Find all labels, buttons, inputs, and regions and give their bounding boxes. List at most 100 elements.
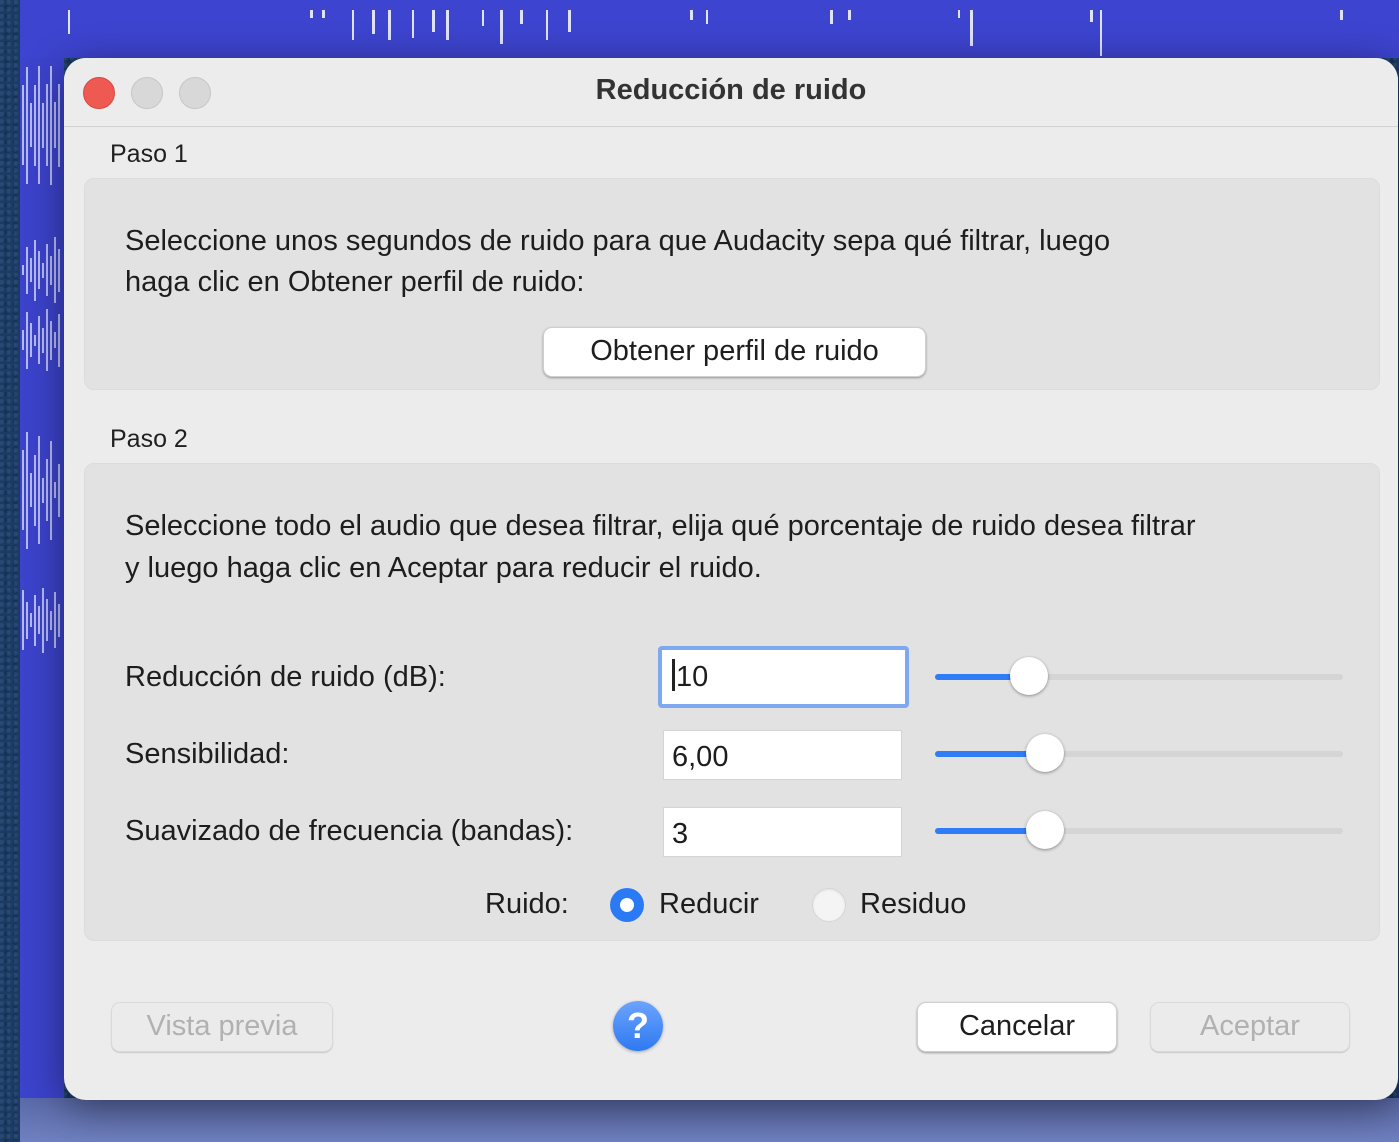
waveform-tick: [42, 262, 44, 278]
noise-reduction-dialog: Reducción de ruido Paso 1 Seleccione uno…: [64, 58, 1398, 1100]
waveform-tick: [34, 594, 36, 646]
waveform-tick: [22, 265, 24, 275]
waveform-tick: [26, 601, 28, 639]
radio-reducir-label[interactable]: Reducir: [659, 888, 759, 921]
waveform-tick: [46, 459, 48, 521]
waveform-tick: [46, 244, 48, 296]
waveform-tick: [30, 323, 32, 357]
waveform-tick: [58, 248, 60, 292]
waveform-tick: [22, 590, 24, 650]
noise-reduction-label: Reducción de ruido (dB):: [125, 661, 446, 693]
frequency-smoothing-label: Suavizado de frecuencia (bandas):: [125, 815, 574, 847]
waveform-tick: [50, 255, 52, 285]
waveform-tick: [22, 330, 24, 350]
waveform-tick: [1340, 10, 1343, 20]
step2-instructions-line2: y luego haga clic en Aceptar para reduci…: [125, 552, 762, 584]
noise-mode-label: Ruido:: [485, 888, 569, 920]
waveform-tick: [58, 603, 60, 637]
waveform-tick: [34, 334, 36, 346]
waveform-tick: [38, 436, 40, 544]
waveform-tick: [38, 316, 40, 364]
waveform-tick: [54, 482, 56, 498]
waveform-tick: [26, 246, 28, 294]
preview-button[interactable]: Vista previa: [111, 1002, 333, 1052]
waveform-tick: [388, 10, 391, 40]
waveform-tick: [970, 10, 973, 46]
waveform-tick: [42, 477, 44, 503]
waveform-tick: [520, 10, 523, 24]
step1-instructions-line2: haga clic en Obtener perfil de ruido:: [125, 266, 585, 298]
waveform-tick: [26, 66, 28, 184]
waveform-tick: [482, 10, 484, 26]
waveform-tick: [568, 10, 571, 32]
waveform-tick: [352, 10, 354, 40]
waveform-tick: [58, 313, 60, 367]
waveform-tick: [412, 10, 414, 38]
sensitivity-label: Sensibilidad:: [125, 738, 290, 770]
sensitivity-slider[interactable]: [935, 734, 1343, 772]
waveform-tick: [848, 10, 851, 20]
step1-panel: Seleccione unos segundos de ruido para q…: [84, 178, 1380, 390]
waveform-tick: [22, 85, 24, 165]
step1-label: Paso 1: [110, 140, 188, 168]
waveform-tick: [58, 83, 60, 167]
waveform-tick: [690, 10, 693, 20]
frequency-smoothing-slider[interactable]: [935, 811, 1343, 849]
waveform-tick: [54, 332, 56, 348]
waveform-tick: [68, 10, 70, 34]
ok-button[interactable]: Aceptar: [1150, 1002, 1350, 1052]
waveform-tick: [22, 450, 24, 530]
radio-reducir[interactable]: [610, 888, 644, 922]
waveform-tick: [42, 327, 44, 353]
waveform-tick: [50, 65, 52, 185]
waveform-tick: [30, 103, 32, 147]
waveform-tick: [26, 311, 28, 369]
waveform-tick: [54, 237, 56, 303]
waveform-tick: [1090, 10, 1093, 22]
noise-reduction-input[interactable]: 10: [658, 646, 909, 708]
waveform-tick: [46, 309, 48, 371]
dialog-title: Reducción de ruido: [595, 74, 867, 106]
waveform-tick: [26, 431, 28, 549]
step1-instructions-line1: Seleccione unos segundos de ruido para q…: [125, 225, 1111, 257]
help-button[interactable]: ?: [613, 1001, 663, 1051]
waveform-tick: [34, 84, 36, 166]
waveform-tick: [706, 10, 708, 24]
cancel-button[interactable]: Cancelar: [917, 1002, 1117, 1052]
step2-panel: Seleccione todo el audio que desea filtr…: [84, 463, 1380, 941]
waveform-tick: [372, 10, 375, 34]
waveform-tick: [54, 592, 56, 648]
waveform-tick: [34, 454, 36, 526]
noise-reduction-value: 10: [676, 661, 709, 693]
text-caret: [672, 659, 675, 692]
waveform-tick: [50, 610, 52, 630]
waveform-tick: [46, 84, 48, 166]
waveform-tick: [310, 10, 313, 18]
waveform-tick: [50, 320, 52, 360]
frequency-smoothing-input[interactable]: 3: [663, 807, 902, 857]
waveform-tick: [432, 10, 435, 32]
noise-reduction-slider-thumb[interactable]: [1009, 657, 1048, 695]
waveform-tick: [322, 10, 325, 18]
background-bottom-bar: [20, 1098, 1399, 1142]
step2-instructions-line1: Seleccione todo el audio que desea filtr…: [125, 510, 1196, 542]
frequency-smoothing-slider-thumb[interactable]: [1026, 811, 1065, 849]
step2-label: Paso 2: [110, 425, 188, 453]
waveform-tick: [546, 10, 548, 40]
radio-residuo[interactable]: [812, 888, 846, 922]
waveform-tick: [30, 613, 32, 627]
radio-residuo-label[interactable]: Residuo: [860, 888, 966, 921]
waveform-tick: [38, 606, 40, 634]
get-noise-profile-button[interactable]: Obtener perfil de ruido: [543, 327, 926, 377]
waveform-tick: [42, 587, 44, 653]
sensitivity-input[interactable]: 6,00: [663, 730, 902, 780]
waveform-tick: [830, 10, 833, 24]
noise-reduction-slider[interactable]: [935, 657, 1343, 695]
waveform-tick: [38, 66, 40, 184]
background-track-top: [20, 0, 1399, 58]
waveform-tick: [30, 258, 32, 282]
sensitivity-slider-thumb[interactable]: [1026, 734, 1065, 772]
waveform-tick: [30, 473, 32, 507]
title-bar: Reducción de ruido: [64, 58, 1398, 127]
waveform-tick: [1100, 10, 1102, 56]
